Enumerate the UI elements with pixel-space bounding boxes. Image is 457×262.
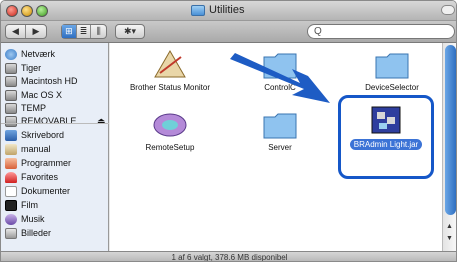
movies-icon — [5, 199, 17, 211]
documents-icon — [5, 185, 17, 197]
toolbar: ◀ ▶ ⊞ ≣ ⫼ ✱▾ Q — [1, 21, 456, 43]
scroll-up-arrow-icon[interactable]: ▲ — [446, 223, 453, 230]
desktop-icon — [5, 129, 17, 141]
folder-icon — [191, 4, 205, 16]
disk-icon — [5, 115, 17, 127]
action-menu: ✱▾ — [115, 24, 145, 39]
folder-icon — [375, 53, 409, 79]
list-view-button[interactable]: ≣ — [77, 25, 92, 38]
sidebar-item-label: Billeder — [21, 228, 52, 238]
file-label: DeviceSelector — [365, 83, 419, 92]
music-icon — [5, 213, 17, 225]
search-icon: Q — [314, 26, 322, 37]
action-menu-button[interactable]: ✱▾ — [116, 25, 144, 38]
folder-icon — [263, 113, 297, 139]
jar-icon — [371, 106, 401, 134]
search-field[interactable]: Q — [307, 24, 455, 39]
sidebar-item-label: Musik — [21, 214, 45, 224]
pointer-arrow-icon — [230, 53, 330, 103]
scroll-down-arrow-icon[interactable]: ▼ — [446, 235, 453, 242]
scrollbar-thumb[interactable] — [445, 45, 456, 215]
back-forward-control: ◀ ▶ — [5, 24, 47, 39]
close-button[interactable] — [6, 5, 18, 17]
file-item-server[interactable]: Server — [220, 109, 340, 152]
view-switcher: ⊞ ≣ ⫼ — [61, 24, 107, 39]
file-label: Brother Status Monitor — [129, 83, 211, 92]
sidebar-item-temp[interactable]: TEMP — [5, 101, 46, 115]
sidebar-item-label: Macintosh HD — [21, 76, 78, 86]
sidebar-item-mac-os-x[interactable]: Mac OS X — [5, 88, 62, 102]
sidebar-item-label: Mac OS X — [21, 90, 63, 100]
forward-button[interactable]: ▶ — [26, 25, 46, 38]
window-title-text: Utilities — [209, 4, 245, 16]
sidebar-item-label: Tiger — [21, 63, 42, 73]
pictures-icon — [5, 227, 17, 239]
app-icon — [154, 49, 186, 78]
vertical-scrollbar[interactable]: ▲ ▼ — [442, 43, 456, 251]
applications-icon — [5, 157, 17, 169]
toolbar-toggle-button[interactable] — [441, 5, 455, 15]
file-label: BRAdmin Light.jar — [349, 139, 423, 150]
sidebar-divider — [1, 123, 109, 124]
sidebar: Netværk Tiger Macintosh HD Mac OS X TEMP… — [1, 43, 109, 251]
sidebar-item-label: Programmer — [21, 158, 72, 168]
sidebar-item-label: TEMP — [21, 103, 47, 113]
sidebar-item-removable[interactable]: REMOVABLE ⏏ — [5, 114, 106, 128]
minimize-button[interactable] — [21, 5, 33, 17]
sidebar-item-dokumenter[interactable]: Dokumenter — [5, 184, 70, 198]
status-bar: 1 af 6 valgt, 378.6 MB disponibel — [1, 251, 456, 261]
sidebar-item-film[interactable]: Film — [5, 198, 38, 212]
back-button[interactable]: ◀ — [6, 25, 26, 38]
favorites-icon — [5, 171, 17, 183]
window-title: Utilities — [191, 4, 244, 16]
file-item-bradmin-light-jar[interactable]: BRAdmin Light.jar — [326, 105, 446, 150]
file-item-brother-status-monitor[interactable]: Brother Status Monitor — [110, 49, 230, 92]
sidebar-item-label: REMOVABLE — [21, 116, 77, 126]
sidebar-item-manual[interactable]: manual — [5, 142, 51, 156]
sidebar-item-billeder[interactable]: Billeder — [5, 226, 51, 240]
finder-window: Utilities ◀ ▶ ⊞ ≣ ⫼ ✱▾ Q Netværk Tiger M… — [0, 0, 457, 262]
sidebar-item-label: Skrivebord — [21, 130, 65, 140]
sidebar-item-favorites[interactable]: Favorites — [5, 170, 58, 184]
file-label: RemoteSetup — [145, 143, 195, 152]
column-view-button[interactable]: ⫼ — [91, 25, 106, 38]
disk-icon — [5, 102, 17, 114]
sidebar-item-skrivebord[interactable]: Skrivebord — [5, 128, 64, 142]
sidebar-item-label: Netværk — [21, 49, 56, 59]
icon-view-button[interactable]: ⊞ — [62, 25, 77, 38]
file-browser: Brother Status Monitor ControlC DeviceSe… — [110, 43, 456, 251]
sidebar-item-macintosh-hd[interactable]: Macintosh HD — [5, 74, 78, 88]
sidebar-item-programmer[interactable]: Programmer — [5, 156, 71, 170]
file-label: Server — [268, 143, 292, 152]
disk-icon — [5, 75, 17, 87]
home-icon — [5, 143, 17, 155]
title-bar[interactable]: Utilities — [1, 1, 456, 21]
sidebar-item-label: Film — [21, 200, 38, 210]
sidebar-item-musik[interactable]: Musik — [5, 212, 45, 226]
app-icon — [153, 113, 187, 137]
eject-icon[interactable]: ⏏ — [97, 116, 106, 127]
zoom-button[interactable] — [36, 5, 48, 17]
sidebar-item-netvaerk[interactable]: Netværk — [5, 47, 55, 61]
sidebar-item-tiger[interactable]: Tiger — [5, 61, 41, 75]
file-item-deviceselector[interactable]: DeviceSelector — [332, 49, 452, 92]
sidebar-item-label: manual — [21, 144, 51, 154]
file-item-remotesetup[interactable]: RemoteSetup — [110, 109, 230, 152]
sidebar-item-label: Favorites — [21, 172, 59, 182]
disk-icon — [5, 62, 17, 74]
disk-icon — [5, 89, 17, 101]
network-icon — [5, 48, 17, 60]
sidebar-item-label: Dokumenter — [21, 186, 71, 196]
